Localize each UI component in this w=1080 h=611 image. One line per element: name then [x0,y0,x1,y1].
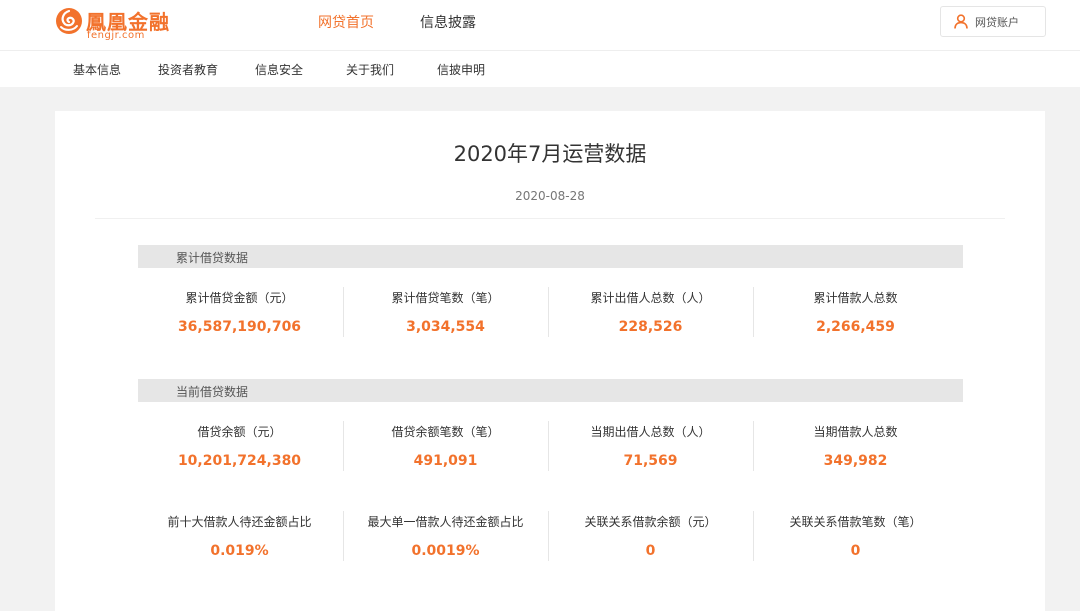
stat-value: 491,091 [413,453,478,469]
stat-label: 关联关系借款余额（元） [584,515,717,529]
stat-max-single-ratio: 最大单一借款人待还金额占比 0.0019% [343,513,548,559]
stat-label: 累计借贷金额（元） [185,291,294,305]
stat-label: 前十大借款人待还金额占比 [167,515,312,529]
stat-label: 当期借款人总数 [813,425,898,439]
stat-top10-ratio: 前十大借款人待还金额占比 0.019% [137,513,342,559]
nav-p2p-home[interactable]: 网贷首页 [318,12,374,32]
stat-label: 最大单一借款人待还金额占比 [367,515,524,529]
stat-value: 228,526 [618,319,683,335]
stat-label: 累计借贷笔数（笔） [391,291,500,305]
section-header-current: 当前借贷数据 [138,379,963,402]
stat-value: 36,587,190,706 [177,319,302,335]
stat-label: 当期出借人总数（人） [590,425,711,439]
stat-label: 借贷余额笔数（笔） [391,425,500,439]
top-header: 鳳凰金融 fengjr.com 网贷首页 信息披露 网贷账户 [0,0,1080,51]
section-title-current: 当前借贷数据 [176,385,249,399]
stat-value: 0 [645,543,656,559]
sub-nav: 基本信息 投资者教育 信息安全 关于我们 信披申明 [0,51,1080,87]
stat-cumulative-lenders: 累计出借人总数（人） 228,526 [548,289,753,335]
stat-related-count: 关联关系借款笔数（笔） 0 [753,513,958,559]
stat-value: 10,201,724,380 [177,453,302,469]
stat-value: 71,569 [623,453,678,469]
report-card: 2020年7月运营数据 2020-08-28 累计借贷数据 累计借贷金额（元） … [55,111,1045,611]
phoenix-logo-icon [56,8,82,34]
subnav-disclosure-statement[interactable]: 信披申明 [437,61,485,78]
stat-value: 349,982 [823,453,888,469]
user-icon [954,14,968,29]
subnav-investor-education[interactable]: 投资者教育 [158,61,218,78]
report-date: 2020-08-28 [515,189,585,203]
stat-value: 0.019% [210,543,269,559]
stat-current-lenders: 当期出借人总数（人） 71,569 [548,423,753,469]
subnav-info-security[interactable]: 信息安全 [255,61,303,78]
stat-label: 关联关系借款笔数（笔） [789,515,922,529]
stat-value: 3,034,554 [406,319,485,335]
stat-related-balance: 关联关系借款余额（元） 0 [548,513,753,559]
section-title-cumulative: 累计借贷数据 [176,251,249,265]
stat-cumulative-borrowers: 累计借款人总数 2,266,459 [753,289,958,335]
account-label: 网贷账户 [975,16,1019,29]
stat-label: 借贷余额（元） [197,425,282,439]
stat-value: 2,266,459 [816,319,895,335]
stat-loan-balance: 借贷余额（元） 10,201,724,380 [137,423,342,469]
stat-label: 累计出借人总数（人） [590,291,711,305]
nav-disclosure[interactable]: 信息披露 [420,12,476,32]
stat-cumulative-count: 累计借贷笔数（笔） 3,034,554 [343,289,548,335]
title-divider [95,218,1005,219]
account-button[interactable]: 网贷账户 [940,6,1046,37]
brand-logo[interactable]: 鳳凰金融 fengjr.com [55,6,175,42]
stat-value: 0.0019% [411,543,480,559]
stat-label: 累计借款人总数 [813,291,898,305]
stat-balance-count: 借贷余额笔数（笔） 491,091 [343,423,548,469]
stat-value: 0 [850,543,861,559]
stat-cumulative-amount: 累计借贷金额（元） 36,587,190,706 [137,289,342,335]
subnav-about-us[interactable]: 关于我们 [346,61,394,78]
stat-current-borrowers: 当期借款人总数 349,982 [753,423,958,469]
brand-domain: fengjr.com [87,30,145,41]
section-header-cumulative: 累计借贷数据 [138,245,963,268]
subnav-basic-info[interactable]: 基本信息 [73,61,121,78]
page-title: 2020年7月运营数据 [453,142,647,166]
